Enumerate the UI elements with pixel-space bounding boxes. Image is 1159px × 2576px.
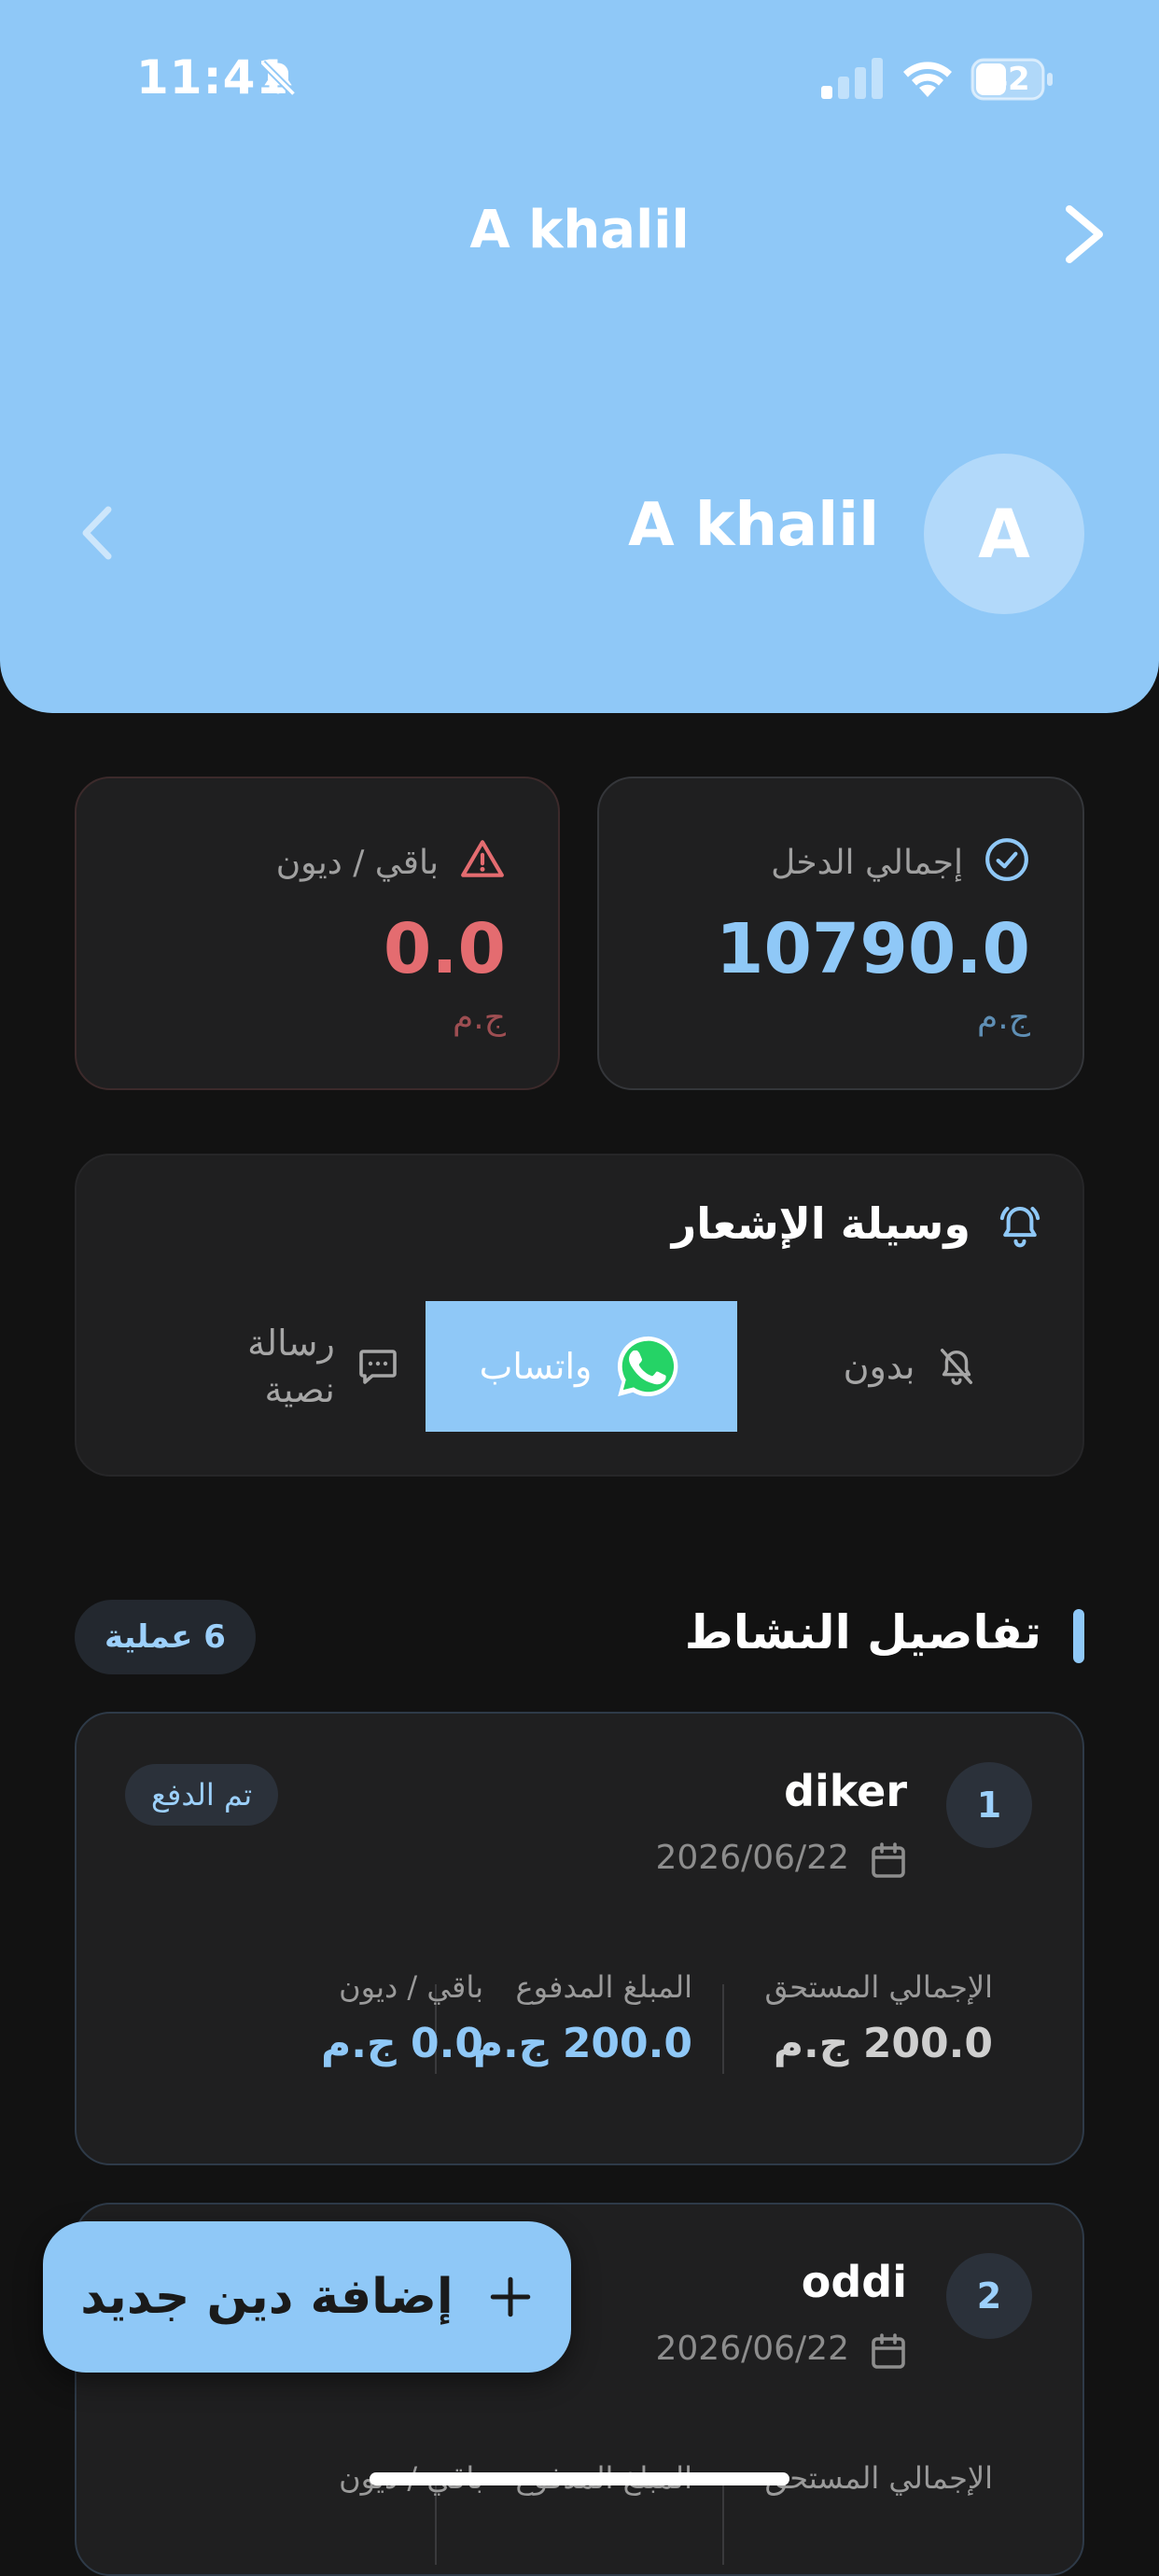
option-whatsapp[interactable]: واتساب	[426, 1301, 737, 1432]
nav-title: A khalil	[469, 200, 690, 260]
debt-label: باقي / ديون	[275, 844, 439, 882]
income-label: إجمالي الدخل	[771, 844, 963, 882]
bell-off-icon	[941, 1349, 973, 1385]
check-circle-icon	[985, 838, 1028, 881]
notification-title: وسيلة الإشعار	[671, 1198, 970, 1249]
transaction-number: 2	[946, 2253, 1032, 2339]
profile-name: A khalil	[628, 491, 879, 560]
section-accent-bar	[1073, 1609, 1084, 1663]
income-currency: ج.م	[977, 999, 1030, 1037]
total-due-column: الإجمالي المستحق 200.0 ج.م	[732, 1969, 993, 2067]
option-sms-label: رسالة نصية	[247, 1320, 335, 1413]
option-sms-label-line1: رسالة	[247, 1323, 335, 1364]
chevron-left-icon[interactable]	[77, 504, 118, 562]
column-divider	[722, 1984, 724, 2074]
avatar: A	[924, 454, 1084, 614]
remaining-column: باقي / ديون 0.0 ج.م	[222, 1969, 483, 2067]
status-badge: تم الدفع	[125, 1764, 279, 1826]
wifi-icon	[903, 62, 952, 97]
plus-icon	[490, 2276, 530, 2317]
debt-card: باقي / ديون 0.0 ج.م	[75, 777, 560, 1090]
activity-count-badge: 6 عملية	[75, 1600, 256, 1674]
transaction-date: 2026/06/22	[655, 2330, 850, 2368]
column-divider	[722, 2475, 724, 2565]
option-sms-label-line2: نصية	[264, 1369, 335, 1410]
calendar-icon	[872, 1842, 905, 1878]
signal-icon	[821, 58, 883, 99]
option-none[interactable]: بدون	[789, 1301, 1032, 1432]
activity-title: تفاصيل النشاط	[684, 1605, 1041, 1659]
debt-currency: ج.م	[453, 999, 506, 1037]
bell-slash-icon	[259, 60, 297, 97]
bell-ring-icon	[999, 1206, 1040, 1248]
calendar-icon	[872, 2333, 905, 2369]
transaction-card[interactable]: 1 diker 2026/06/22 تم الدفع الإجمالي الم…	[75, 1712, 1084, 2165]
transaction-name: diker	[784, 1766, 907, 1816]
home-indicator[interactable]	[370, 2472, 789, 2485]
debt-value: 0.0	[383, 909, 506, 989]
add-debt-button[interactable]: إضافة دين جديد	[43, 2221, 571, 2373]
profile-header: 11:41 42 A khalil A khalil A	[0, 0, 1159, 713]
notification-card: وسيلة الإشعار بدون واتساب رسالة نصية	[75, 1154, 1084, 1477]
total-due-value: 200.0 ج.م	[773, 2020, 993, 2067]
chevron-right-icon[interactable]	[1058, 203, 1110, 265]
transaction-date: 2026/06/22	[655, 1839, 850, 1877]
warning-icon	[461, 840, 504, 877]
transaction-number: 1	[946, 1762, 1032, 1848]
option-none-label: بدون	[843, 1346, 915, 1387]
income-card: إجمالي الدخل 10790.0 ج.م	[597, 777, 1084, 1090]
remaining-value: 0.0 ج.م	[321, 2020, 483, 2067]
total-due-label: الإجمالي المستحق	[764, 1969, 993, 2005]
whatsapp-icon	[618, 1336, 678, 1397]
option-whatsapp-label: واتساب	[479, 1346, 593, 1387]
add-debt-label: إضافة دين جديد	[80, 2269, 454, 2325]
transaction-name: oddi	[801, 2257, 907, 2307]
battery-level: 42	[985, 61, 1030, 98]
message-icon	[359, 1350, 397, 1384]
remaining-label: باقي / ديون	[339, 1969, 483, 2005]
income-value: 10790.0	[715, 909, 1030, 989]
option-sms[interactable]: رسالة نصية	[216, 1301, 431, 1432]
